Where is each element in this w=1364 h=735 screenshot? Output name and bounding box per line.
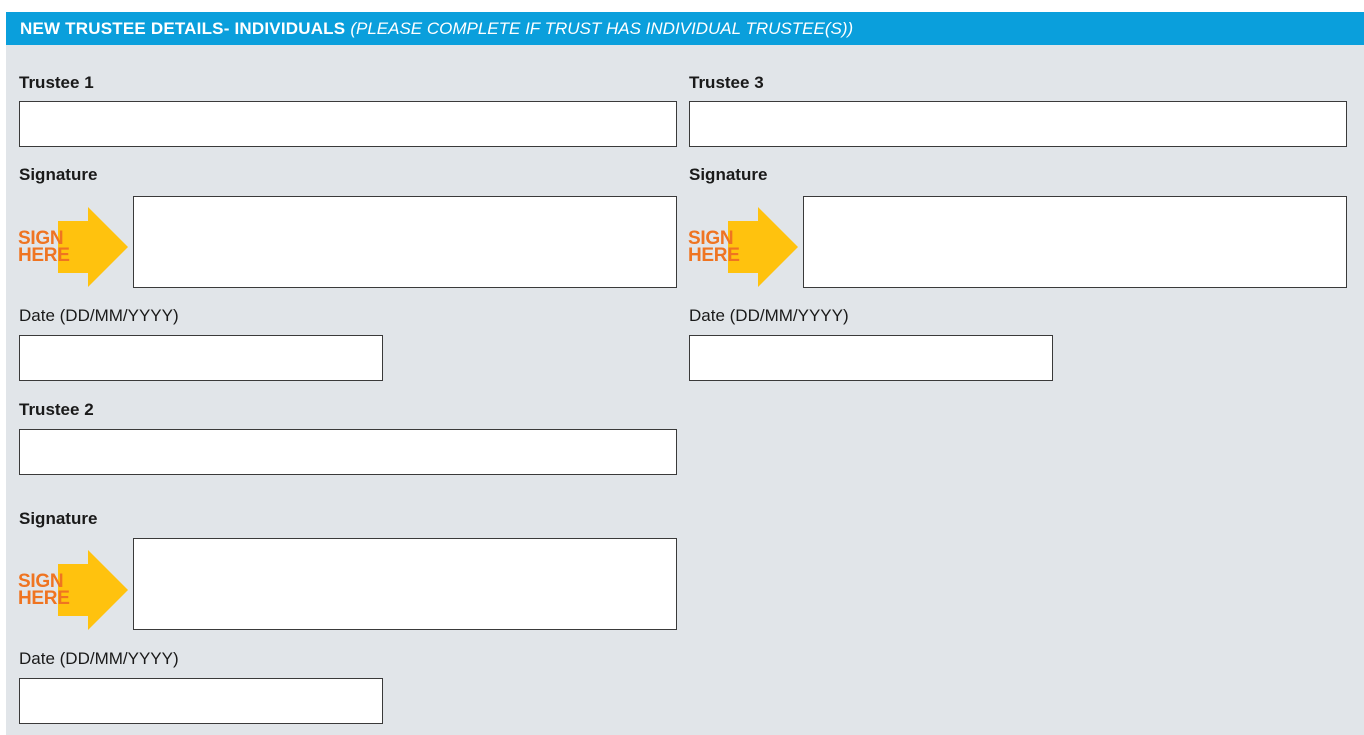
section-subtitle: (PLEASE COMPLETE IF TRUST HAS INDIVIDUAL…	[350, 18, 854, 38]
section-header: NEW TRUSTEE DETAILS- INDIVIDUALS (PLEASE…	[6, 12, 1364, 45]
trustee-3-signature-box[interactable]	[803, 196, 1347, 288]
trustee-3-signature-label: Signature	[689, 165, 768, 184]
sign-here-marker: SIGN HERE	[688, 207, 798, 287]
trustee-1-date-label: Date (DD/MM/YYYY)	[19, 306, 179, 325]
trustee-3-name-input[interactable]	[689, 101, 1347, 147]
trustee-3-date-label: Date (DD/MM/YYYY)	[689, 306, 849, 325]
trustee-2-label: Trustee 2	[19, 400, 94, 419]
trustee-details-section: NEW TRUSTEE DETAILS- INDIVIDUALS (PLEASE…	[6, 12, 1364, 735]
trustee-2-date-input[interactable]	[19, 678, 383, 724]
trustee-1-date-input[interactable]	[19, 335, 383, 381]
section-title: NEW TRUSTEE DETAILS- INDIVIDUALS	[20, 18, 346, 38]
trustee-2-signature-box[interactable]	[133, 538, 677, 630]
trustee-1-label: Trustee 1	[19, 73, 94, 92]
trustee-3-label: Trustee 3	[689, 73, 764, 92]
sign-here-marker: SIGN HERE	[18, 207, 128, 287]
trustee-2-name-input[interactable]	[19, 429, 677, 475]
sign-here-text-2: HERE	[18, 588, 70, 609]
trustee-2-signature-label: Signature	[19, 509, 98, 528]
trustee-3-date-input[interactable]	[689, 335, 1053, 381]
trustee-1-signature-label: Signature	[19, 165, 98, 184]
sign-here-marker: SIGN HERE	[18, 550, 128, 630]
trustee-1-signature-box[interactable]	[133, 196, 677, 288]
trustee-1-name-input[interactable]	[19, 101, 677, 147]
sign-here-text-2: HERE	[688, 245, 740, 266]
sign-here-text-2: HERE	[18, 245, 70, 266]
trustee-2-date-label: Date (DD/MM/YYYY)	[19, 649, 179, 668]
